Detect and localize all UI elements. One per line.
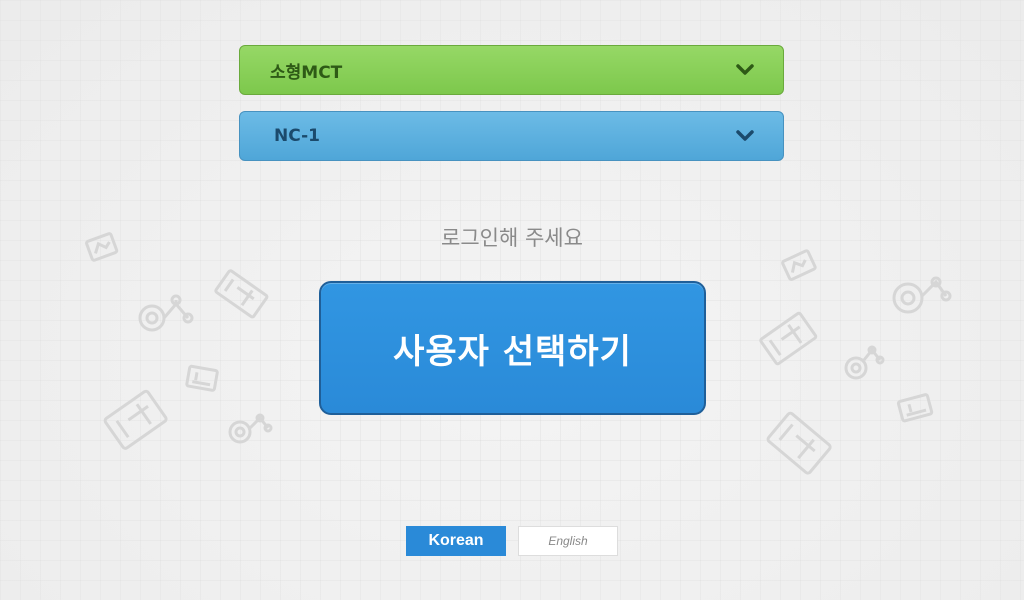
select-user-button[interactable]: 사용자 선택하기: [319, 281, 706, 415]
language-korean-button[interactable]: Korean: [406, 526, 506, 556]
tablet-machine-icon: [896, 393, 934, 423]
cnc-machine-icon: [759, 311, 818, 366]
cnc-machine-icon: [103, 389, 168, 450]
gear-network-icon: [138, 294, 194, 332]
tablet-machine-icon: [781, 249, 817, 281]
gear-network-icon: [892, 276, 952, 314]
chevron-down-icon: [735, 129, 755, 143]
machine-type-value: 소형MCT: [270, 62, 343, 83]
gear-network-icon: [228, 413, 273, 444]
machine-model-dropdown[interactable]: NC-1: [239, 111, 784, 161]
machine-model-value: NC-1: [274, 126, 320, 146]
chevron-down-icon: [735, 63, 755, 77]
tablet-machine-icon: [185, 364, 219, 392]
language-english-button[interactable]: English: [518, 526, 618, 556]
gear-network-icon: [844, 345, 885, 380]
machine-type-dropdown[interactable]: 소형MCT: [239, 45, 784, 95]
cnc-machine-icon: [214, 269, 269, 319]
login-prompt: 로그인해 주세요: [441, 226, 583, 250]
cnc-machine-icon: [766, 411, 832, 475]
